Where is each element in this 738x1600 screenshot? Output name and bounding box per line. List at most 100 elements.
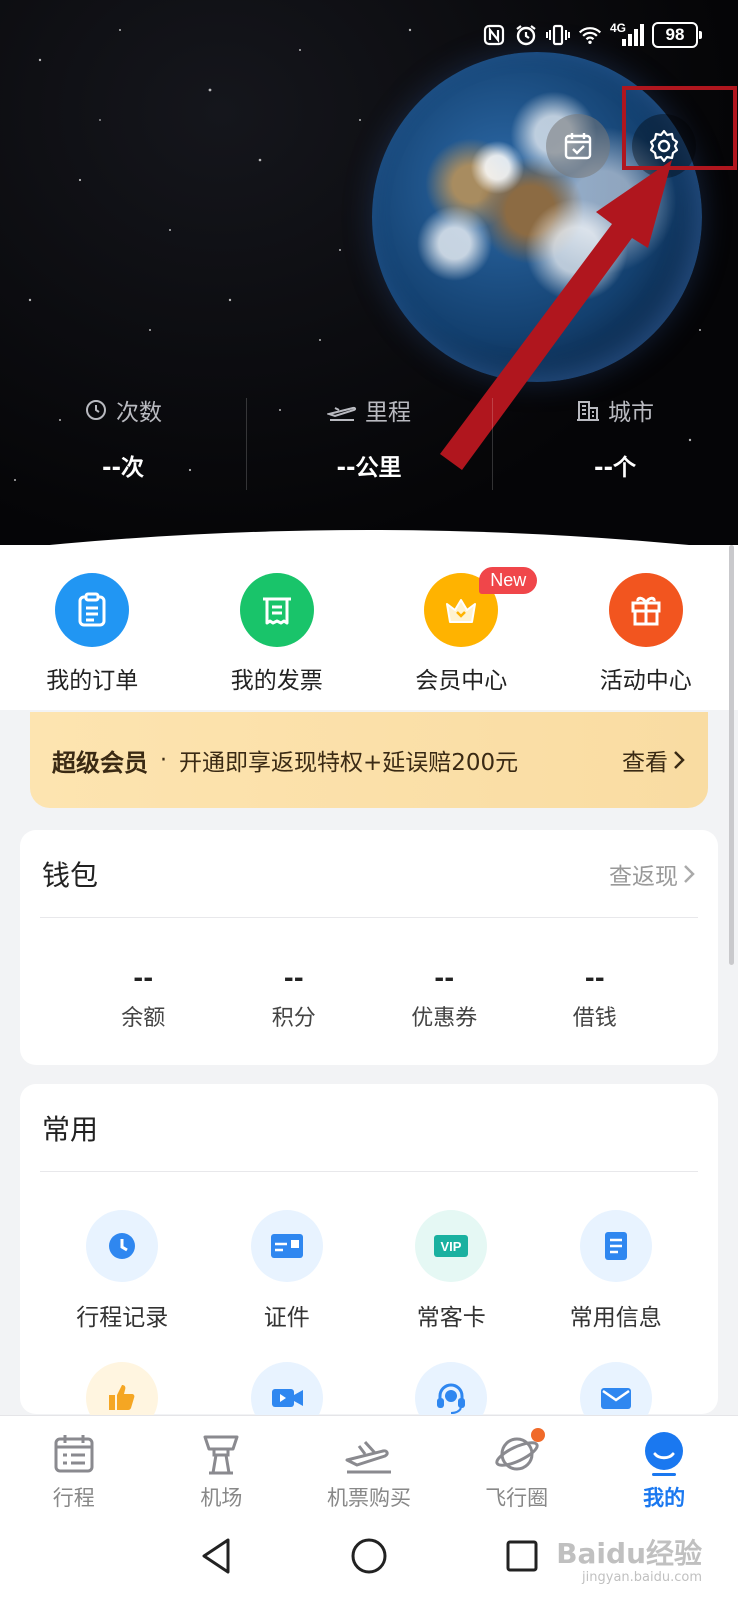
tab-buy-tickets[interactable]: 机票购买	[295, 1416, 443, 1515]
wallet-value: --	[584, 964, 605, 992]
flight-stats: 次数 --次 里程 --公里 城市 --个	[0, 390, 738, 500]
bottom-tab-bar: 行程 机场 机票购买 飞行圈 我的	[0, 1415, 738, 1515]
wallet-label: 余额	[121, 1006, 166, 1031]
new-badge: New	[479, 567, 538, 594]
tab-airport[interactable]: 机场	[148, 1416, 296, 1515]
banner-view-link[interactable]: 查看	[622, 743, 686, 777]
tab-label: 飞行圈	[485, 1486, 549, 1510]
recents-square-icon	[506, 1540, 538, 1571]
back-triangle-icon	[202, 1538, 230, 1573]
my-orders-button[interactable]: 我的订单	[0, 545, 184, 710]
tab-label: 行程	[52, 1486, 95, 1510]
plane-icon	[327, 406, 357, 421]
tab-label: 机场	[200, 1486, 243, 1510]
clipboard-icon	[55, 573, 130, 647]
quick-nav-label: 我的订单	[46, 668, 139, 694]
home-button[interactable]	[349, 1536, 389, 1580]
itinerary-icon	[0, 1430, 148, 1478]
watermark-url: jingyan.baidu.com	[582, 1570, 702, 1585]
common-card: 常用 行程记录 证件 VIP 常客卡 常用信息	[20, 1084, 718, 1434]
stat-count: 次数 --次	[0, 390, 246, 500]
chevron-right-icon	[684, 864, 695, 883]
wallet-value: --	[283, 964, 304, 992]
receipt-icon	[239, 573, 314, 647]
frequent-flyer-button[interactable]: VIP 常客卡	[369, 1210, 534, 1332]
tab-mine[interactable]: 我的	[590, 1416, 738, 1515]
back-button[interactable]	[198, 1536, 234, 1580]
cashback-link-label: 查返现	[609, 863, 678, 890]
common-title: 常用	[42, 1112, 99, 1146]
tab-flight-circle[interactable]: 飞行圈	[443, 1416, 591, 1515]
stat-label: 次数	[116, 400, 162, 426]
plane-ticket-icon	[295, 1430, 443, 1478]
vip-card-icon: VIP	[415, 1210, 488, 1282]
quick-nav-label: 会员中心	[415, 668, 508, 694]
alarm-icon	[514, 23, 538, 47]
signal-icon: 4G	[610, 21, 644, 47]
wallet-points[interactable]: -- 积分	[234, 964, 354, 1032]
annotation-highlight-box	[622, 86, 737, 170]
id-card-icon	[250, 1210, 323, 1282]
stat-cities: 城市 --个	[492, 390, 738, 500]
scrollbar[interactable]	[729, 545, 734, 965]
status-bar: 4G 98	[482, 18, 702, 52]
common-info-button[interactable]: 常用信息	[534, 1210, 699, 1332]
gift-icon	[608, 573, 683, 647]
common-label: 行程记录	[76, 1305, 169, 1331]
wallet-value: --	[434, 964, 455, 992]
profile-hero: 4G 98 次数 --次 里程 --公里 城市 --个	[0, 0, 738, 560]
id-documents-button[interactable]: 证件	[205, 1210, 370, 1332]
tab-label: 我的	[643, 1486, 686, 1510]
clock-icon	[86, 400, 106, 420]
super-member-banner[interactable]: 超级会员 · 开通即享返现特权+延误赔200元 查看	[30, 712, 708, 808]
document-icon	[579, 1210, 652, 1282]
profile-icon	[590, 1430, 738, 1478]
tab-label: 机票购买	[326, 1486, 411, 1510]
wallet-label: 积分	[271, 1006, 316, 1031]
common-label: 证件	[263, 1305, 310, 1331]
stat-label: 城市	[608, 400, 654, 426]
wallet-borrow[interactable]: -- 借钱	[535, 964, 655, 1032]
trip-history-button[interactable]: 行程记录	[40, 1210, 205, 1332]
member-center-button[interactable]: New 会员中心	[369, 545, 553, 710]
wallet-card: 钱包 查返现 -- 余额 -- 积分 -- 优惠券 -- 借钱	[20, 830, 718, 1065]
stat-mileage: 里程 --公里	[246, 390, 492, 500]
wallet-title: 钱包	[42, 858, 99, 892]
common-label: 常客卡	[416, 1305, 486, 1331]
network-type: 4G	[610, 21, 627, 35]
chevron-right-icon	[674, 751, 685, 769]
notification-dot	[530, 1428, 545, 1442]
calendar-button[interactable]	[546, 114, 610, 178]
tab-itinerary[interactable]: 行程	[0, 1416, 148, 1515]
banner-text: 开通即享返现特权+延误赔200元	[179, 750, 519, 776]
quick-nav: 我的订单 我的发票 New 会员中心 活动中心	[0, 545, 738, 710]
cashback-link[interactable]: 查返现	[609, 857, 696, 891]
vibrate-icon	[546, 23, 570, 47]
wallet-value: --	[133, 964, 154, 992]
stat-value: --个	[593, 455, 637, 481]
recents-button[interactable]	[504, 1538, 540, 1578]
banner-separator: ·	[160, 747, 167, 773]
quick-nav-label: 我的发票	[230, 668, 323, 694]
battery-indicator: 98	[652, 22, 702, 48]
my-invoices-button[interactable]: 我的发票	[185, 545, 369, 710]
stat-value: --次	[101, 455, 145, 481]
planet-icon	[443, 1430, 591, 1478]
airport-tower-icon	[148, 1430, 296, 1478]
history-icon	[86, 1210, 159, 1282]
common-grid: 行程记录 证件 VIP 常客卡 常用信息	[20, 1210, 718, 1434]
wallet-coupons[interactable]: -- 优惠券	[384, 964, 504, 1032]
home-circle-icon	[351, 1538, 387, 1573]
nfc-icon	[482, 23, 506, 47]
wifi-icon	[578, 23, 602, 47]
wallet-label: 借钱	[572, 1006, 617, 1031]
building-icon	[577, 401, 599, 421]
activity-center-button[interactable]: 活动中心	[554, 545, 738, 710]
calendar-check-icon	[564, 133, 592, 160]
wallet-balance[interactable]: -- 余额	[83, 964, 203, 1032]
watermark: Baidu经验	[556, 1537, 702, 1570]
common-label: 常用信息	[569, 1305, 662, 1331]
stat-label: 里程	[365, 400, 411, 426]
svg-text:VIP: VIP	[441, 1239, 462, 1254]
wallet-label: 优惠券	[411, 1006, 478, 1031]
